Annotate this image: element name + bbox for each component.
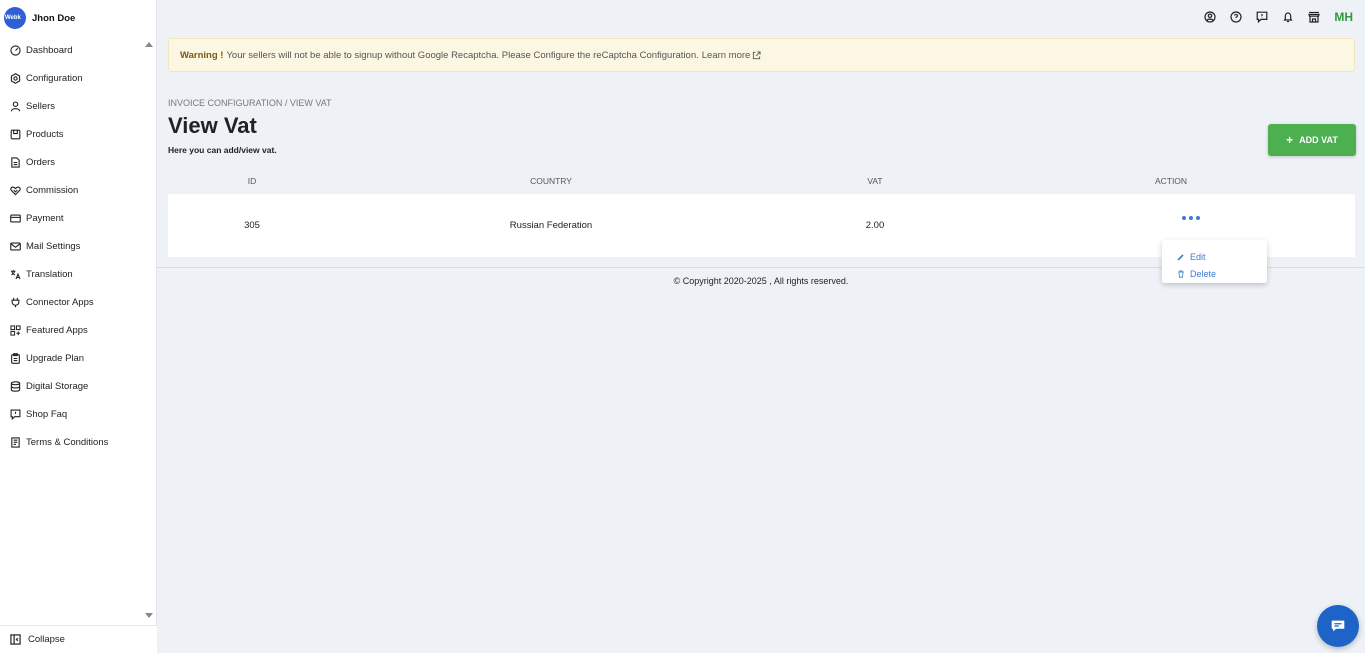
recaptcha-warning-banner: Warning ! Your sellers will not be able … bbox=[168, 38, 1355, 72]
faq-icon bbox=[10, 409, 21, 420]
sidebar-item-label: Payment bbox=[26, 212, 64, 224]
mail-icon bbox=[10, 241, 21, 252]
breadcrumb-invoice-configuration[interactable]: INVOICE CONFIGURATION bbox=[168, 98, 282, 108]
sidebar-item-label: Digital Storage bbox=[26, 380, 89, 392]
user-icon bbox=[10, 100, 21, 112]
column-header-country: COUNTRY bbox=[530, 176, 572, 186]
sidebar-item-label: Products bbox=[26, 128, 64, 140]
collapse-button[interactable]: Collapse bbox=[0, 625, 157, 653]
plug-icon bbox=[10, 297, 21, 308]
sidebar-item-connector-apps[interactable]: Connector Apps bbox=[0, 288, 156, 316]
document-icon bbox=[10, 436, 21, 448]
feedback-icon[interactable] bbox=[1255, 11, 1268, 24]
trash-icon bbox=[1178, 270, 1184, 278]
page-title: View Vat bbox=[168, 113, 257, 138]
column-header-vat: VAT bbox=[867, 176, 883, 186]
cell-vat: 2.00 bbox=[865, 220, 885, 231]
sidebar-item-label: Featured Apps bbox=[26, 324, 88, 336]
sidebar-item-digital-storage[interactable]: Digital Storage bbox=[0, 372, 156, 400]
sidebar-item-label: Commission bbox=[26, 184, 79, 196]
sidebar-item-label: Terms & Conditions bbox=[26, 436, 109, 448]
delete-label: Delete bbox=[1190, 268, 1217, 279]
sidebar-item-orders[interactable]: Orders bbox=[0, 148, 156, 176]
sidebar-item-commission[interactable]: Commission bbox=[0, 176, 156, 204]
sidebar-item-label: Shop Faq bbox=[26, 408, 68, 420]
row-action-menu: Edit Delete bbox=[1162, 240, 1267, 283]
sidebar-item-label: Dashboard bbox=[26, 44, 73, 56]
sidebar-item-featured-apps[interactable]: Featured Apps bbox=[0, 316, 156, 344]
user-initials-avatar[interactable]: MH bbox=[1334, 10, 1353, 24]
breadcrumb-separator: / bbox=[282, 98, 290, 108]
add-vat-button[interactable]: + ADD VAT bbox=[1268, 124, 1356, 156]
sidebar-item-label: Sellers bbox=[26, 100, 56, 112]
sidebar-scroll-down-arrow[interactable] bbox=[145, 613, 153, 618]
dashboard-icon bbox=[10, 44, 21, 56]
cell-id: 305 bbox=[244, 220, 260, 231]
collapse-label: Collapse bbox=[28, 634, 65, 645]
cell-country: Russian Federation bbox=[509, 220, 593, 231]
pencil-icon bbox=[1177, 253, 1184, 260]
external-link-icon bbox=[753, 50, 761, 59]
handshake-icon bbox=[10, 185, 21, 196]
breadcrumb: INVOICE CONFIGURATION / VIEW VAT bbox=[168, 98, 332, 108]
translate-icon bbox=[10, 269, 21, 280]
warning-label: Warning ! bbox=[180, 49, 224, 61]
delete-menu-item[interactable]: Delete bbox=[1162, 265, 1267, 282]
store-icon[interactable] bbox=[1307, 11, 1320, 24]
plus-icon: + bbox=[1286, 133, 1294, 147]
edit-label: Edit bbox=[1190, 251, 1206, 262]
top-bar: MH bbox=[1190, 0, 1365, 34]
card-icon bbox=[10, 213, 21, 224]
page-subtitle: Here you can add/view vat. bbox=[168, 145, 277, 155]
sidebar-item-mail-settings[interactable]: Mail Settings bbox=[0, 232, 156, 260]
database-icon bbox=[10, 380, 21, 392]
sidebar-item-payment[interactable]: Payment bbox=[0, 204, 156, 232]
sidebar: Webk Jhon Doe Dashboard Configuration Se… bbox=[0, 0, 157, 653]
file-icon bbox=[10, 156, 21, 168]
user-name: Jhon Doe bbox=[32, 12, 76, 24]
gear-icon bbox=[10, 72, 21, 84]
main-content: MH Warning ! Your sellers will not be ab… bbox=[157, 0, 1365, 653]
sidebar-collapse-icon bbox=[10, 634, 21, 645]
sidebar-item-label: Orders bbox=[26, 156, 56, 168]
bell-icon[interactable] bbox=[1281, 11, 1294, 24]
learn-more-link[interactable]: Learn more bbox=[702, 50, 762, 61]
sidebar-item-upgrade-plan[interactable]: Upgrade Plan bbox=[0, 344, 156, 372]
clipboard-icon bbox=[10, 352, 21, 364]
row-action-more-icon[interactable] bbox=[1182, 216, 1200, 220]
product-icon bbox=[10, 129, 21, 140]
warning-text: Your sellers will not be able to signup … bbox=[226, 49, 699, 61]
sidebar-nav: Dashboard Configuration Sellers Products… bbox=[0, 36, 156, 456]
sidebar-item-label: Connector Apps bbox=[26, 296, 94, 308]
brand-logo: Webk bbox=[4, 7, 26, 29]
sidebar-item-label: Upgrade Plan bbox=[26, 352, 85, 364]
help-icon[interactable] bbox=[1229, 11, 1242, 24]
breadcrumb-view-vat: VIEW VAT bbox=[289, 98, 332, 108]
brand-header[interactable]: Webk Jhon Doe bbox=[0, 0, 156, 36]
chat-icon bbox=[1331, 620, 1345, 632]
edit-menu-item[interactable]: Edit bbox=[1162, 248, 1267, 265]
sidebar-item-products[interactable]: Products bbox=[0, 120, 156, 148]
sidebar-item-configuration[interactable]: Configuration bbox=[0, 64, 156, 92]
sidebar-item-label: Translation bbox=[26, 268, 73, 280]
sidebar-item-shop-faq[interactable]: Shop Faq bbox=[0, 400, 156, 428]
sidebar-item-terms-conditions[interactable]: Terms & Conditions bbox=[0, 428, 156, 456]
sidebar-item-sellers[interactable]: Sellers bbox=[0, 92, 156, 120]
chat-support-button[interactable] bbox=[1317, 605, 1359, 647]
account-circle-icon[interactable] bbox=[1203, 11, 1216, 24]
add-vat-label: ADD VAT bbox=[1299, 135, 1338, 145]
sidebar-item-dashboard[interactable]: Dashboard bbox=[0, 36, 156, 64]
sidebar-item-label: Configuration bbox=[26, 72, 83, 84]
learn-more-label: Learn more bbox=[701, 49, 751, 61]
column-header-action: ACTION bbox=[1154, 176, 1188, 186]
apps-icon bbox=[10, 324, 21, 336]
table-header: ID COUNTRY VAT ACTION bbox=[168, 170, 1355, 192]
column-header-id: ID bbox=[247, 176, 257, 186]
sidebar-item-label: Mail Settings bbox=[26, 240, 81, 252]
sidebar-item-translation[interactable]: Translation bbox=[0, 260, 156, 288]
